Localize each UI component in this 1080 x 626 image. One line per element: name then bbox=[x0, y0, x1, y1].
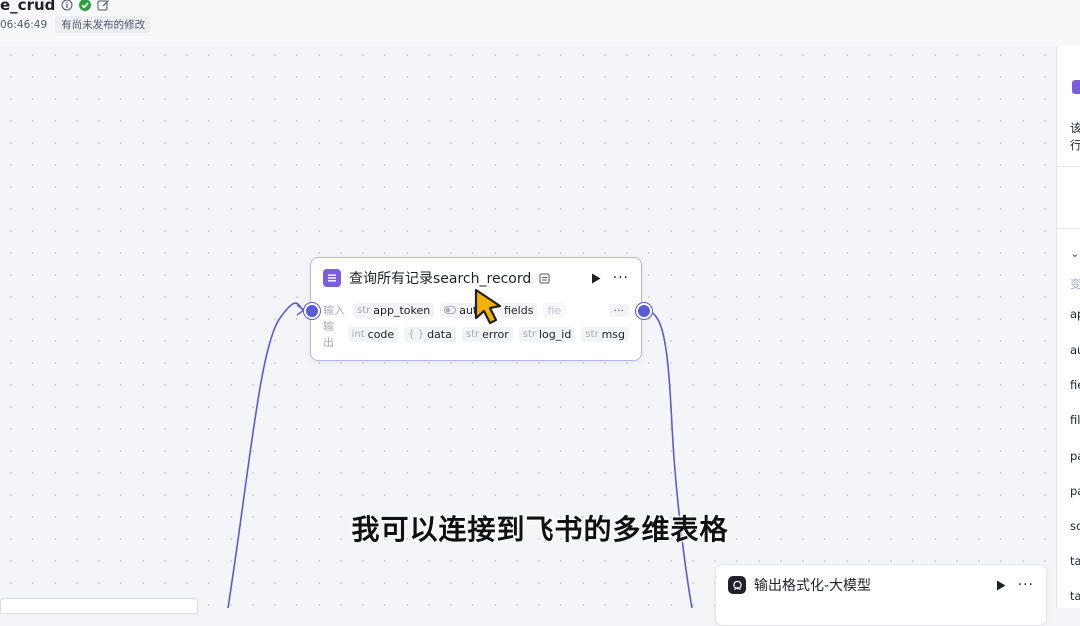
output-port[interactable] bbox=[636, 303, 652, 319]
input-chip: str app_token bbox=[353, 302, 435, 318]
input-port[interactable] bbox=[304, 303, 320, 319]
edit-icon[interactable] bbox=[97, 0, 110, 12]
param-item[interactable]: pa bbox=[1070, 449, 1080, 463]
unpublished-badge: 有尚未发布的修改 bbox=[55, 16, 152, 33]
published-check-icon bbox=[79, 0, 92, 11]
panel-desc-line: 行 bbox=[1070, 137, 1080, 153]
output-chip: int code bbox=[347, 326, 399, 342]
saved-time: 06:46:49 bbox=[0, 18, 48, 31]
param-item[interactable]: fie bbox=[1070, 378, 1080, 392]
output-label: 输出 bbox=[323, 320, 334, 349]
panel-node-icon bbox=[1072, 80, 1080, 94]
output-chip: { } data bbox=[404, 326, 456, 342]
output-chip: str msg bbox=[581, 326, 629, 342]
more-options-icon[interactable]: ··· bbox=[613, 270, 629, 286]
mouse-cursor-icon bbox=[470, 286, 510, 334]
panel-divider bbox=[1057, 166, 1080, 167]
toggle-icon bbox=[444, 304, 457, 317]
node-output-format[interactable]: 输出格式化-大模型 ··· bbox=[715, 564, 1047, 626]
param-item[interactable]: pa bbox=[1070, 484, 1080, 498]
collapse-chevron-icon[interactable]: ⌄ bbox=[1070, 246, 1080, 260]
param-item[interactable]: fil bbox=[1070, 413, 1080, 427]
run-node-icon[interactable] bbox=[591, 269, 601, 288]
input-chip: fie bbox=[543, 302, 566, 318]
llm-icon bbox=[728, 576, 746, 594]
db-icon bbox=[539, 269, 550, 288]
table-icon bbox=[323, 269, 341, 287]
panel-divider bbox=[1057, 228, 1080, 229]
output-chip: str log_id bbox=[518, 326, 576, 342]
top-bar: e_crud 06:46:49 有尚未发布的修改 bbox=[0, 0, 1080, 46]
node-title: 查询所有记录search_record bbox=[349, 271, 532, 287]
more-options-icon[interactable]: ··· bbox=[1018, 577, 1034, 593]
panel-section-label: 变 bbox=[1070, 276, 1080, 292]
param-item[interactable]: ap bbox=[1070, 307, 1080, 321]
info-icon[interactable] bbox=[61, 0, 73, 11]
partial-node-left[interactable] bbox=[0, 598, 198, 614]
meta-row: 06:46:49 有尚未发布的修改 bbox=[0, 16, 152, 33]
param-item[interactable]: au bbox=[1070, 343, 1080, 357]
node-title: 输出格式化-大模型 bbox=[754, 578, 872, 594]
workflow-title[interactable]: e_crud bbox=[0, 0, 55, 14]
title-row: e_crud bbox=[0, 0, 110, 14]
param-item[interactable]: ta bbox=[1070, 589, 1080, 603]
run-node-icon[interactable] bbox=[996, 576, 1006, 595]
param-item[interactable]: ta bbox=[1070, 554, 1080, 568]
video-subtitle: 我可以连接到飞书的多维表格 bbox=[351, 513, 729, 546]
input-label: 输入 bbox=[323, 304, 345, 317]
more-inputs[interactable]: ··· bbox=[608, 303, 629, 317]
panel-desc-line: 该 bbox=[1070, 120, 1080, 136]
